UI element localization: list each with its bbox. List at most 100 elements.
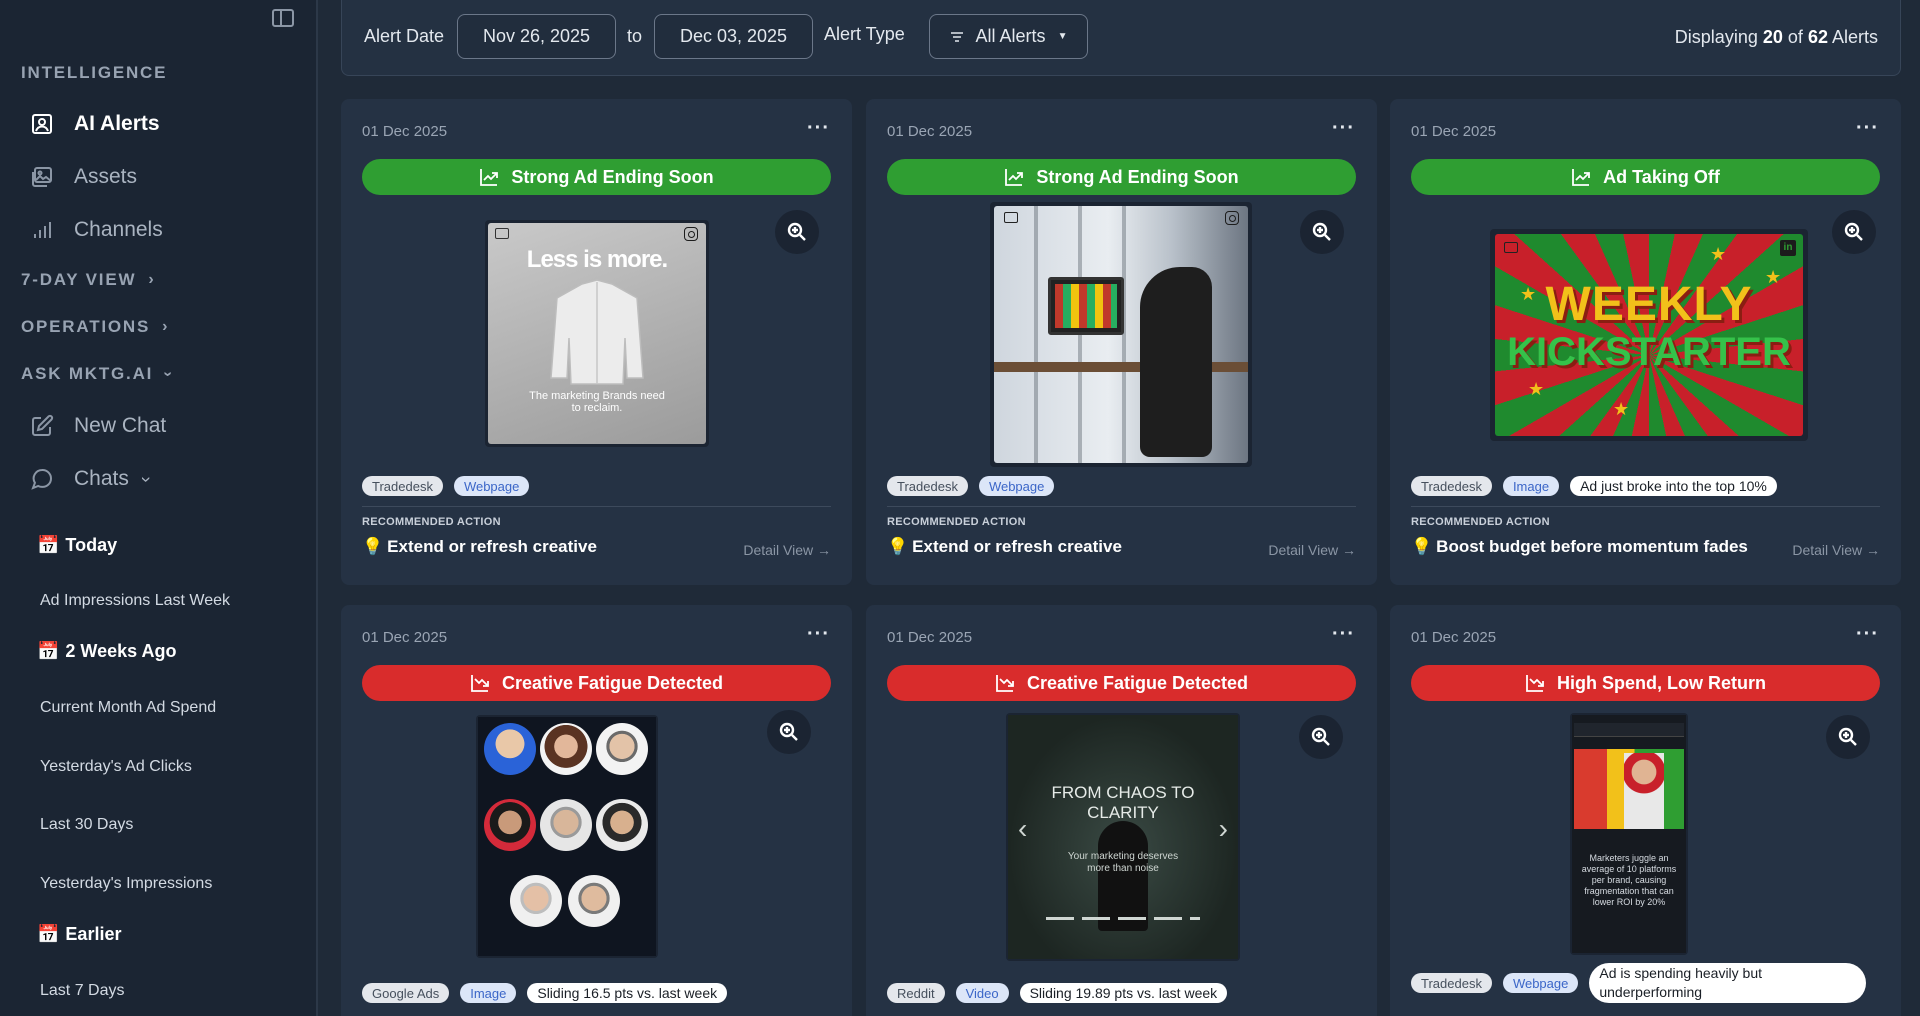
detail-view-link[interactable]: Detail View → xyxy=(743,542,831,558)
alert-card[interactable]: 01 Dec 2025 ··· Strong Ad Ending Soon Tr… xyxy=(866,99,1377,585)
section-7day-view[interactable]: 7-DAY VIEW › xyxy=(21,270,154,290)
alert-status-label: Creative Fatigue Detected xyxy=(1026,672,1249,693)
alert-card[interactable]: 01 Dec 2025 ··· Creative Fatigue Detecte… xyxy=(866,605,1377,1016)
nav-ai-alerts[interactable]: AI Alerts xyxy=(30,108,160,140)
arrow-right-icon: → xyxy=(817,542,831,558)
trend-down-icon xyxy=(996,675,1014,692)
trend-down-icon xyxy=(471,675,489,692)
creative-thumbnail[interactable] xyxy=(990,202,1252,467)
image-icon xyxy=(495,228,509,239)
alert-card[interactable]: 01 Dec 2025 ··· Creative Fatigue Detecte… xyxy=(341,605,852,1016)
more-options-icon[interactable]: ··· xyxy=(807,623,830,646)
nav-new-chat[interactable]: New Chat xyxy=(30,410,166,442)
format-tag: Image xyxy=(460,983,517,1003)
alert-type-label: Alert Type xyxy=(824,24,905,44)
history-item[interactable]: Last 30 Days xyxy=(40,816,133,834)
count-prefix: Displaying xyxy=(1674,27,1758,47)
calendar-icon: 📅 xyxy=(37,924,60,944)
section-intelligence: INTELLIGENCE xyxy=(21,63,167,83)
speaker-avatar xyxy=(540,723,592,775)
alert-status-label: Creative Fatigue Detected xyxy=(501,672,724,693)
chat-bubble-icon xyxy=(31,469,53,490)
creative-thumbnail[interactable] xyxy=(476,715,658,958)
creative-thumbnail[interactable]: Less is more. The marketing Brands need … xyxy=(485,220,709,447)
date-from-value: Nov 26, 2025 xyxy=(482,26,591,46)
chevron-right-icon[interactable]: › xyxy=(1219,813,1228,845)
caret-down-icon: ▼ xyxy=(1057,31,1068,42)
count-suffix: Alerts xyxy=(1831,27,1878,47)
section-ask-mktg[interactable]: ASK MKTG.AI › xyxy=(21,364,177,384)
creative-thumbnail[interactable]: WEEKLY KICKSTARTER ★ ★ ★ ★ ★ in xyxy=(1490,229,1808,441)
creative-thumbnail[interactable]: Marketers juggle an average of 10 platfo… xyxy=(1570,713,1688,955)
history-item[interactable]: Yesterday's Impressions xyxy=(40,875,212,893)
recommended-action-text: Extend or refresh creative xyxy=(387,537,597,556)
creative-line2: KICKSTARTER xyxy=(1507,330,1791,374)
creative-thumbnail[interactable]: FROM CHAOS TO CLARITY Your marketing des… xyxy=(1006,713,1240,961)
more-options-icon[interactable]: ··· xyxy=(1332,623,1355,646)
creative-headline: Less is more. xyxy=(526,246,668,273)
creative-headline: FROM CHAOS TO CLARITY xyxy=(1051,783,1195,822)
ai-alerts-icon xyxy=(32,114,52,134)
count-of: of xyxy=(1787,27,1803,47)
instagram-icon xyxy=(684,227,698,241)
chevron-down-icon: › xyxy=(136,476,157,482)
star-icon: ★ xyxy=(1528,379,1545,399)
trend-up-icon xyxy=(1005,169,1024,186)
zoom-in-icon[interactable] xyxy=(1826,715,1870,759)
alert-date: 01 Dec 2025 xyxy=(362,123,448,140)
more-options-icon[interactable]: ··· xyxy=(1856,623,1879,646)
jacket-image xyxy=(550,279,644,385)
format-tag: Video xyxy=(955,983,1009,1003)
zoom-in-icon[interactable] xyxy=(1299,715,1343,759)
alert-status-label: Ad Taking Off xyxy=(1603,166,1720,187)
nav-new-chat-label: New Chat xyxy=(74,414,167,437)
speaker-avatar xyxy=(568,875,620,927)
chevron-left-icon[interactable]: ‹ xyxy=(1018,813,1027,845)
section-operations-label: OPERATIONS xyxy=(21,317,151,336)
zoom-in-icon[interactable] xyxy=(767,710,811,754)
nav-channels[interactable]: Channels xyxy=(30,214,163,246)
detail-view-link[interactable]: Detail View → xyxy=(1792,542,1880,558)
more-options-icon[interactable]: ··· xyxy=(1332,117,1355,140)
chevron-right-icon: › xyxy=(148,271,154,288)
chevron-right-icon: › xyxy=(162,318,168,335)
star-icon: ★ xyxy=(1710,244,1727,264)
monitor-image xyxy=(1048,277,1124,335)
zoom-in-icon[interactable] xyxy=(1832,210,1876,254)
alert-card[interactable]: 01 Dec 2025 ··· Ad Taking Off WEEKLY KIC… xyxy=(1390,99,1901,585)
creative-caption: The marketing Brands need to reclaim. xyxy=(529,390,665,414)
history-item[interactable]: Ad Impressions Last Week xyxy=(40,592,230,610)
more-options-icon[interactable]: ··· xyxy=(807,117,830,140)
nav-assets[interactable]: Assets xyxy=(30,161,137,193)
zoom-in-icon[interactable] xyxy=(1300,210,1344,254)
alert-type-select[interactable]: All Alerts ▼ xyxy=(929,14,1088,59)
date-to-input[interactable]: Dec 03, 2025 xyxy=(654,14,813,59)
detail-view-link[interactable]: Detail View → xyxy=(1268,542,1356,558)
date-from-input[interactable]: Nov 26, 2025 xyxy=(457,14,616,59)
recommended-action: 💡 Extend or refresh creative xyxy=(887,537,1122,557)
section-operations[interactable]: OPERATIONS › xyxy=(21,317,167,337)
more-options-icon[interactable]: ··· xyxy=(1856,117,1879,140)
history-item[interactable]: Yesterday's Ad Clicks xyxy=(40,758,192,776)
alert-date: 01 Dec 2025 xyxy=(887,629,973,646)
alert-type-value: All Alerts xyxy=(975,26,1046,46)
alert-card[interactable]: 01 Dec 2025 ··· Strong Ad Ending Soon Le… xyxy=(341,99,852,585)
recommended-action-label: RECOMMENDED ACTION xyxy=(887,516,1026,528)
history-item[interactable]: Last 7 Days xyxy=(40,982,124,1000)
nav-chats[interactable]: Chats › xyxy=(30,463,156,495)
assets-icon xyxy=(32,167,52,187)
alert-card[interactable]: 01 Dec 2025 ··· High Spend, Low Return M… xyxy=(1390,605,1901,1016)
nav-assets-label: Assets xyxy=(74,165,138,188)
trend-down-icon xyxy=(1526,675,1544,692)
insight-tag: Ad is spending heavily but underperformi… xyxy=(1589,963,1867,1003)
lightbulb-icon: 💡 xyxy=(887,537,909,556)
channels-icon xyxy=(34,222,51,238)
format-tag: Webpage xyxy=(1502,973,1579,993)
image-icon xyxy=(1004,212,1018,223)
zoom-in-icon[interactable] xyxy=(775,210,819,254)
creative-line1: WEEKLY xyxy=(1545,278,1753,331)
history-item[interactable]: Current Month Ad Spend xyxy=(40,699,216,717)
recommended-action-text: Extend or refresh creative xyxy=(912,537,1122,556)
speaker-avatar xyxy=(484,723,536,775)
sidebar-toggle-icon[interactable] xyxy=(272,9,294,27)
